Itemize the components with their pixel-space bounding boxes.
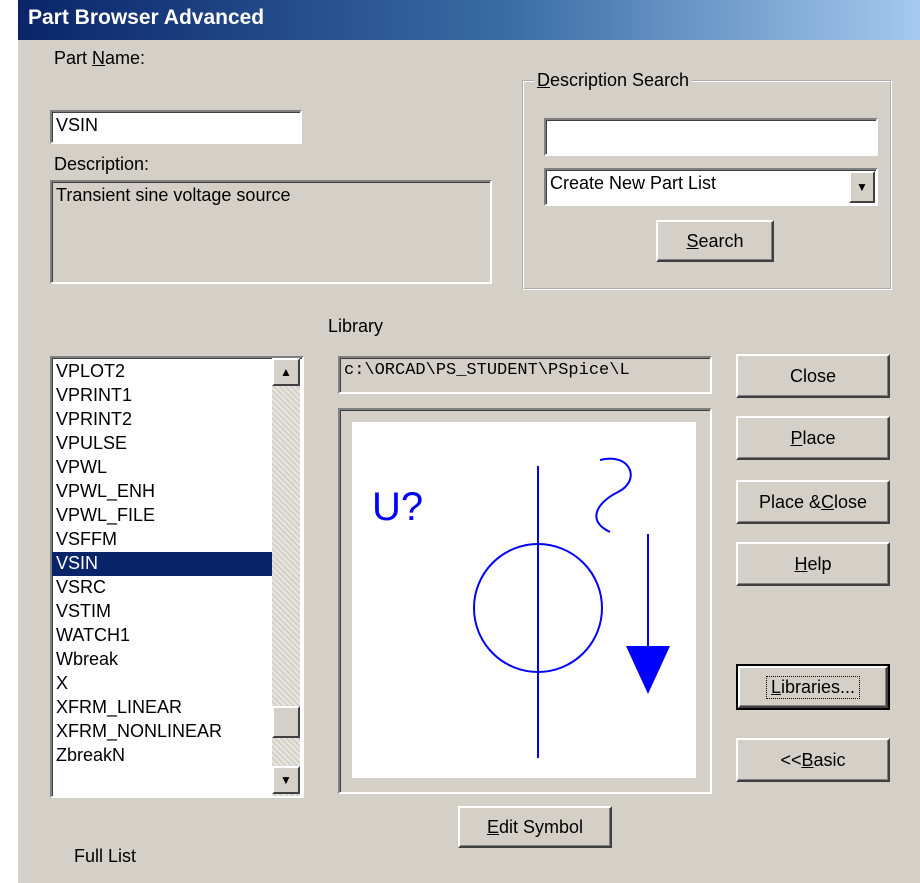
list-item[interactable]: VPWL: [52, 456, 272, 480]
library-path: c:\ORCAD\PS_STUDENT\PSpice\L: [344, 361, 630, 380]
description-search-input[interactable]: [544, 118, 878, 156]
window-title: Part Browser Advanced: [28, 6, 265, 29]
description-search-label: Description Search: [534, 70, 693, 91]
description-value: Transient sine voltage source: [56, 185, 291, 205]
symbol-preview-frame: U?: [338, 408, 712, 794]
list-item[interactable]: VPRINT2: [52, 408, 272, 432]
list-item[interactable]: WATCH1: [52, 624, 272, 648]
parts-list-items: VPLOT2 VPRINT1 VPRINT2 VPULSE VPWL VPWL_ENH VP…: [52, 360, 272, 794]
vsin-symbol-icon: U?: [372, 457, 670, 758]
parts-list[interactable]: VPLOT2 VPRINT1 VPRINT2 VPULSE VPWL VPWL_ENH VP…: [50, 356, 304, 798]
libraries-button[interactable]: Libraries...: [736, 664, 890, 710]
list-item[interactable]: VPWL_FILE: [52, 504, 272, 528]
part-list-dropdown[interactable]: Create New Part List ▼: [544, 168, 878, 206]
list-item[interactable]: VPULSE: [52, 432, 272, 456]
description-field: Transient sine voltage source: [50, 180, 492, 284]
edit-symbol-button[interactable]: Edit Symbol: [458, 806, 612, 848]
list-item[interactable]: VPRINT1: [52, 384, 272, 408]
symbol-preview: U?: [352, 422, 696, 778]
help-button[interactable]: Help: [736, 542, 890, 586]
place-close-button[interactable]: Place & Close: [736, 480, 890, 524]
part-name-label: Part Name:: [54, 48, 146, 68]
close-button[interactable]: Close: [736, 354, 890, 398]
library-label: Library: [328, 316, 384, 336]
list-item[interactable]: XFRM_LINEAR: [52, 696, 272, 720]
part-browser-window: Part Browser Advanced Part Name: VSIN De…: [16, 0, 920, 883]
list-item[interactable]: VSRC: [52, 576, 272, 600]
scroll-down-icon[interactable]: ▼: [272, 766, 300, 794]
list-item[interactable]: ZbreakN: [52, 744, 272, 768]
scroll-thumb[interactable]: [272, 706, 300, 738]
list-item[interactable]: XFRM_NONLINEAR: [52, 720, 272, 744]
list-mode-label: Full List: [74, 846, 137, 866]
title-bar[interactable]: Part Browser Advanced: [18, 0, 920, 40]
basic-button[interactable]: << Basic: [736, 738, 890, 782]
place-button[interactable]: Place: [736, 416, 890, 460]
list-item[interactable]: VSFFM: [52, 528, 272, 552]
search-button[interactable]: Search: [656, 220, 774, 262]
parts-list-scrollbar[interactable]: ▲ ▼: [272, 358, 300, 796]
list-item[interactable]: VSTIM: [52, 600, 272, 624]
part-name-input[interactable]: VSIN: [50, 110, 302, 144]
part-name-value: VSIN: [56, 115, 99, 135]
scroll-up-icon[interactable]: ▲: [272, 358, 300, 386]
list-item[interactable]: VSIN: [52, 552, 272, 576]
library-path-field: c:\ORCAD\PS_STUDENT\PSpice\L: [338, 356, 712, 394]
list-item[interactable]: VPWL_ENH: [52, 480, 272, 504]
list-item[interactable]: VPLOT2: [52, 360, 272, 384]
list-item[interactable]: X: [52, 672, 272, 696]
symbol-ref-label: U?: [372, 485, 423, 529]
list-item[interactable]: Wbreak: [52, 648, 272, 672]
description-label: Description:: [54, 154, 150, 174]
dropdown-selected: Create New Part List: [550, 173, 717, 193]
chevron-down-icon[interactable]: ▼: [849, 171, 875, 203]
